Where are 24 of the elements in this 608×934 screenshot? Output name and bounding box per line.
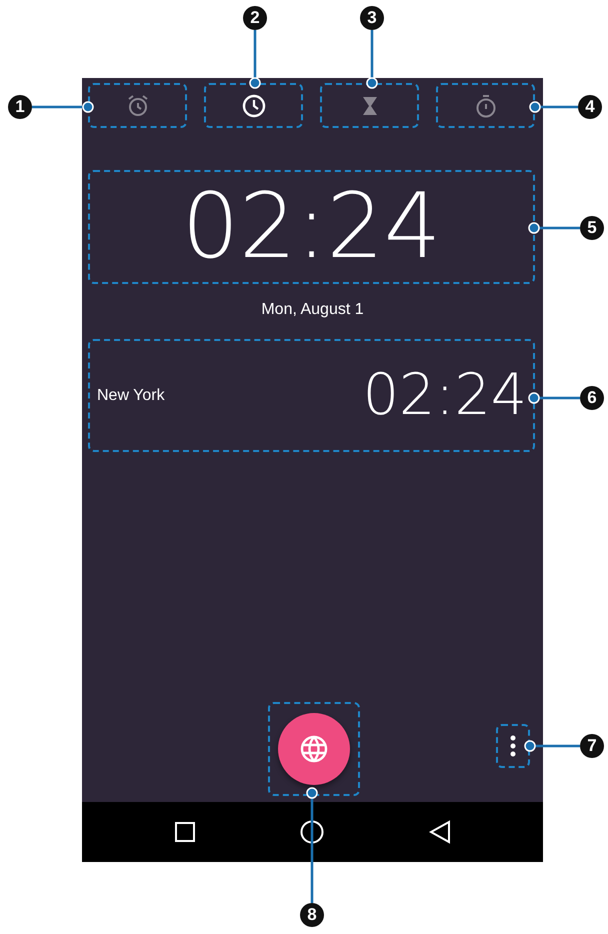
callout-number: 5 [580,216,604,240]
more-icon [510,735,516,757]
leader-line [366,30,378,89]
date-label: Mon, August 1 [260,301,365,319]
callout-number: 7 [580,734,604,758]
world-clock-item[interactable]: New York 02:24 [88,339,535,452]
clock-icon [240,92,266,118]
globe-icon [299,734,329,764]
leader-line [249,30,261,89]
leader-line [32,101,94,113]
callout-number: 4 [578,95,602,119]
callout-number: 1 [8,95,32,119]
callout-number: 8 [300,903,324,927]
leader-line [528,392,580,404]
callout-number: 6 [580,386,604,410]
leader-line [524,740,580,752]
home-icon[interactable] [300,820,324,844]
square-icon[interactable] [174,822,194,842]
leader-line [528,222,580,234]
leader-line [529,101,578,113]
callout-number: 3 [360,6,384,30]
clock-display[interactable]: 02:24 [88,170,535,284]
callout-number: 2 [243,6,267,30]
back-icon[interactable] [428,820,450,844]
